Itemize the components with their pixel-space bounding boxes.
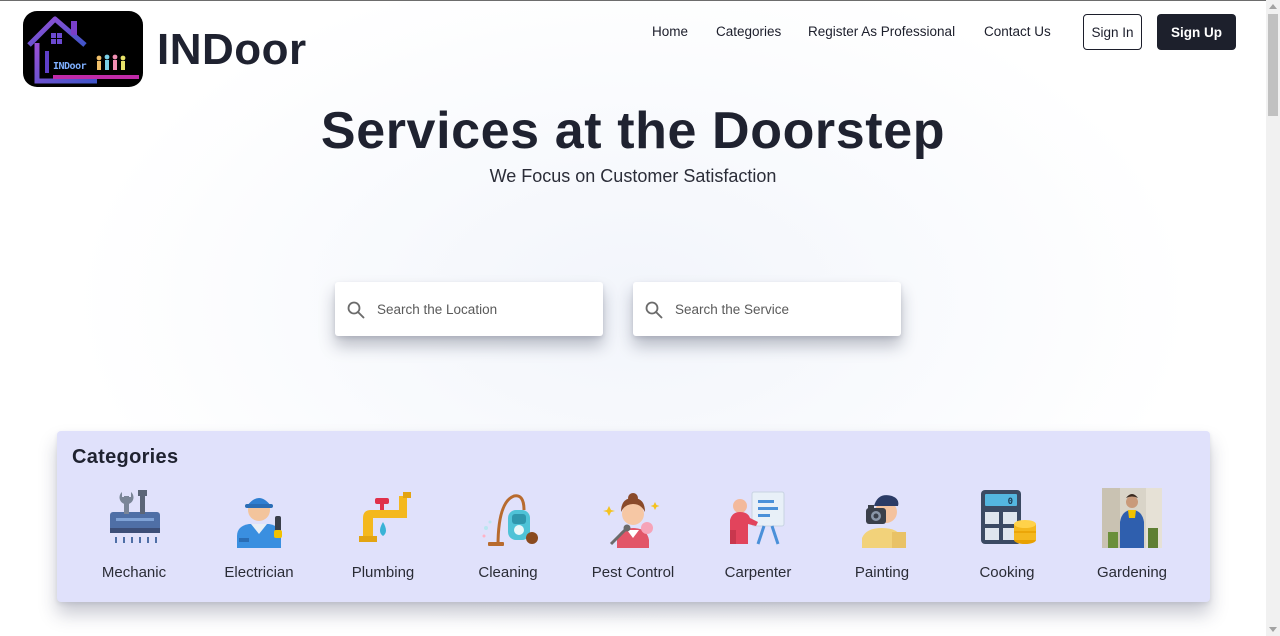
category-label: Gardening xyxy=(1096,564,1168,581)
category-label: Electrician xyxy=(224,564,294,581)
pest-control-icon xyxy=(603,493,660,548)
mechanic-icon xyxy=(110,490,160,543)
service-search-input[interactable] xyxy=(675,296,885,322)
service-search-box[interactable] xyxy=(633,282,901,336)
category-label: Pest Control xyxy=(591,564,675,581)
scroll-down-arrow-icon[interactable] xyxy=(1269,627,1277,632)
electrician-icon xyxy=(237,498,282,548)
nav-categories-link[interactable]: Categories xyxy=(716,24,781,44)
brand-logo[interactable]: INDoor xyxy=(23,11,143,87)
category-pest-control[interactable]: Pest Control xyxy=(578,486,688,586)
scroll-up-arrow-icon[interactable] xyxy=(1269,4,1277,9)
search-icon xyxy=(645,301,663,319)
hero-subtitle: We Focus on Customer Satisfaction xyxy=(489,166,777,186)
cleaning-icon xyxy=(482,494,538,547)
categories-panel: Categories Mechanic Electrician Plumbing… xyxy=(57,431,1210,602)
category-label: Cleaning xyxy=(478,564,538,581)
category-cooking[interactable]: 0 Cooking xyxy=(952,486,1062,586)
page-scrollbar[interactable] xyxy=(1266,0,1280,636)
category-mechanic[interactable]: Mechanic xyxy=(79,486,189,586)
category-gardening[interactable]: Gardening xyxy=(1077,486,1187,586)
brand-name[interactable]: INDoor xyxy=(157,25,307,75)
category-label: Mechanic xyxy=(101,564,167,581)
search-icon xyxy=(347,301,365,319)
category-electrician[interactable]: Electrician xyxy=(204,486,314,586)
svg-text:0: 0 xyxy=(1008,497,1013,507)
scrollbar-thumb[interactable] xyxy=(1268,14,1278,116)
page: INDoor INDoor Home Categories Register A… xyxy=(0,1,1266,636)
location-search-input[interactable] xyxy=(377,296,587,322)
cooking-icon: 0 xyxy=(981,490,1036,544)
nav-contact-link[interactable]: Contact Us xyxy=(984,24,1051,44)
category-label: Plumbing xyxy=(351,564,415,581)
category-label: Painting xyxy=(854,564,910,581)
logo-text: INDoor xyxy=(53,61,87,72)
category-carpenter[interactable]: Carpenter xyxy=(703,486,813,586)
nav-register-professional-link[interactable]: Register As Professional xyxy=(808,24,955,44)
carpenter-icon xyxy=(730,491,785,545)
sign-up-button[interactable]: Sign Up xyxy=(1157,14,1236,50)
location-search-box[interactable] xyxy=(335,282,603,336)
gardening-icon xyxy=(1102,488,1162,548)
category-cleaning[interactable]: Cleaning xyxy=(453,486,563,586)
category-painting[interactable]: Painting xyxy=(827,486,937,586)
category-label: Cooking xyxy=(979,564,1035,581)
painting-icon xyxy=(862,495,906,548)
category-label: Carpenter xyxy=(724,564,792,581)
nav-home-link[interactable]: Home xyxy=(652,24,688,44)
sign-in-button[interactable]: Sign In xyxy=(1083,14,1142,50)
category-plumbing[interactable]: Plumbing xyxy=(328,486,438,586)
categories-heading: Categories xyxy=(72,446,179,468)
logo-house-icon xyxy=(27,16,139,84)
hero-title: Services at the Doorstep xyxy=(320,102,946,160)
plumbing-icon xyxy=(359,492,411,542)
